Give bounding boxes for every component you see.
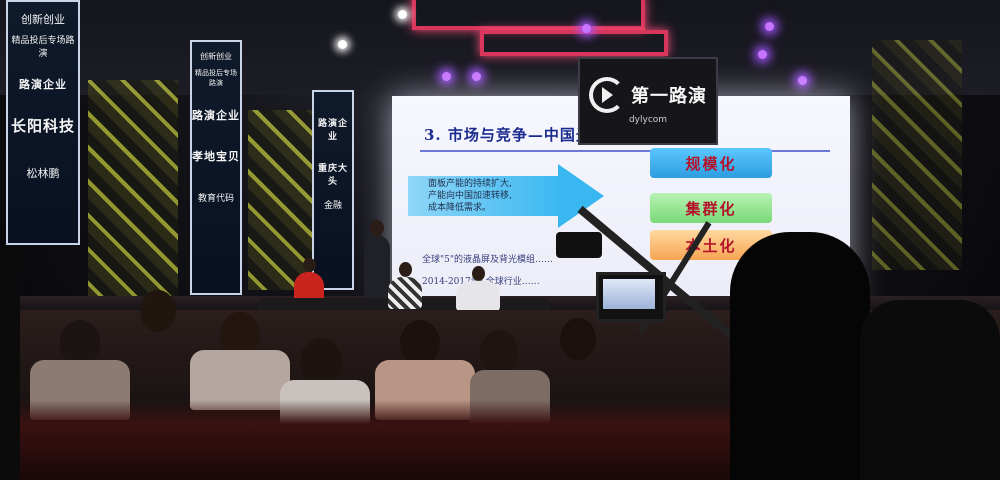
- camera-operator: [730, 232, 870, 480]
- audience-head: [480, 330, 518, 374]
- speaker-head: [370, 220, 384, 236]
- trend-arrow: 面板产能的持续扩大, 产能向中国加速转移, 成本降低需求。: [408, 164, 604, 228]
- banner-line: 路演企业: [19, 78, 67, 91]
- audience-head: [560, 318, 596, 360]
- panelist-plaid: [388, 262, 422, 310]
- arrow-text-line: 面板产能的持续扩大,: [428, 179, 512, 189]
- panelist-red: [294, 258, 324, 303]
- banner-line: 金融: [323, 201, 342, 211]
- left-banner: 创新创业 精品投后专场路演 路演企业 长阳科技 松林鹏: [6, 0, 80, 245]
- event-photo: 创新创业 精品投后专场路演 路演企业 长阳科技 松林鹏 创新创业 精品投后专场路…: [0, 0, 1000, 480]
- banner-line: 路演企业: [317, 119, 348, 142]
- hanging-logo-sign: 第一路演 dylycom: [578, 57, 718, 145]
- banner-line: 创新创业: [21, 13, 65, 26]
- monitor-screen: [603, 279, 655, 309]
- trend-box-scale: 规模化: [650, 148, 772, 178]
- logo-row: 第一路演: [589, 77, 707, 113]
- banner-line: 创新创业: [200, 52, 232, 61]
- panelist-head: [303, 258, 316, 272]
- panelist-white: [456, 266, 500, 312]
- panelist-head: [399, 262, 412, 277]
- banner-line: 教育代码: [197, 194, 234, 204]
- stage-light: [765, 22, 774, 31]
- logo-name: 第一路演: [631, 86, 707, 107]
- speaker-body: [364, 235, 390, 305]
- trend-box-cluster: 集群化: [650, 193, 772, 223]
- logo-url: dylycom: [628, 115, 668, 125]
- banner-line: 孝地宝贝: [192, 150, 240, 163]
- video-camera: [556, 232, 602, 258]
- stage-light: [398, 10, 407, 19]
- banner-line: 路演企业: [192, 109, 240, 122]
- foreground-silhouette: [860, 300, 1000, 480]
- slide-bullet: 全球"5"的液晶屏及背光模组……: [422, 255, 554, 265]
- stage-light: [758, 50, 767, 59]
- foreground-silhouette: [0, 250, 20, 480]
- stage-light: [472, 72, 481, 81]
- led-light-wall: [88, 80, 178, 300]
- banner-line: 松林鹏: [26, 167, 60, 180]
- stage-light: [442, 72, 451, 81]
- panelist-body: [456, 281, 500, 311]
- ceiling-truss: [412, 0, 645, 30]
- arrow-text-line: 成本降低需求。: [428, 203, 492, 213]
- mid-banner: 创新创业 精品投后专场路演 路演企业 孝地宝贝 教育代码: [190, 40, 242, 295]
- stage-light: [338, 40, 347, 49]
- panelist-head: [472, 266, 485, 281]
- banner-line: 重庆大头: [317, 164, 348, 187]
- stage-light: [798, 76, 807, 85]
- banner-line: 精品投后专场路演: [11, 36, 75, 59]
- play-logo-icon: [589, 77, 625, 113]
- ceiling-truss-inner: [480, 30, 668, 56]
- arrow-text-line: 产能向中国加速转移,: [428, 191, 512, 201]
- camera-monitor: [596, 272, 666, 322]
- banner-line: 精品投后专场路演: [195, 69, 237, 87]
- audience-head: [300, 338, 342, 386]
- led-light-wall: [872, 40, 962, 270]
- stage-light: [582, 24, 591, 33]
- arrow-text-block: 面板产能的持续扩大, 产能向中国加速转移, 成本降低需求。: [408, 176, 568, 216]
- audience-head: [140, 290, 176, 332]
- panelist-body: [388, 277, 422, 309]
- banner-line: 长阳科技: [10, 117, 75, 135]
